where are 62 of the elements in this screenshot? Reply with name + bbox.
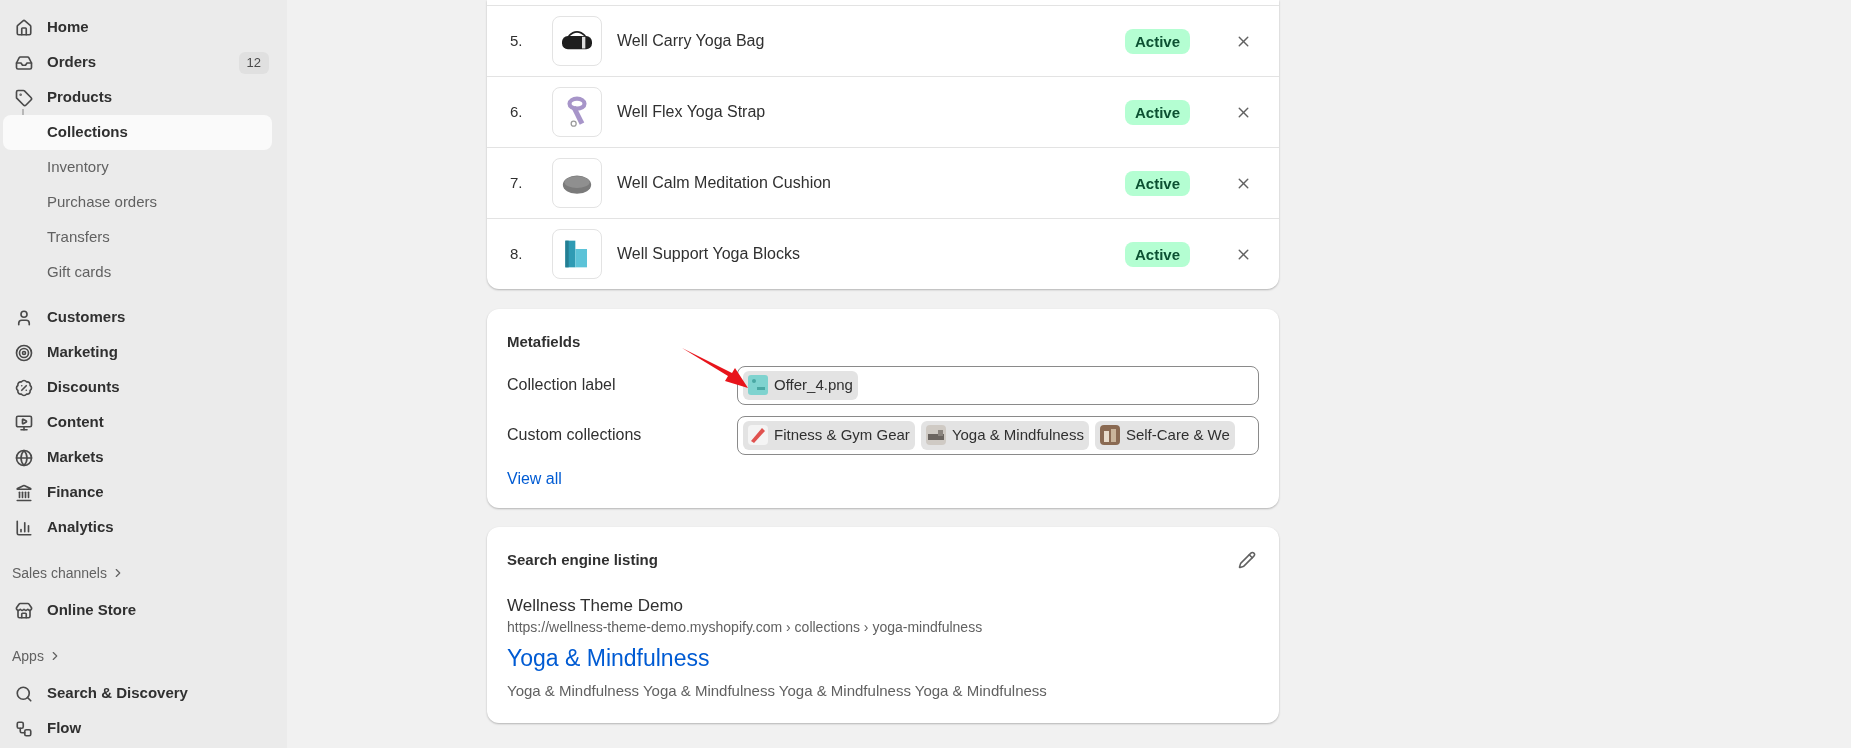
sidebar-item[interactable]: Content [47,405,227,440]
file-chip[interactable]: Offer_4.png [743,370,858,400]
sidebar-item[interactable]: Search & Discovery [47,676,227,711]
collection-chip[interactable]: Self-Care & We [1094,420,1235,450]
sidebar-item[interactable]: Marketing [47,335,227,370]
sidebar-item[interactable]: Flow [47,711,227,746]
row-number: 8. [510,243,524,264]
sidebar-item[interactable]: Customers [47,300,227,335]
sidebar-item[interactable]: Gift cards [3,255,272,290]
bar-chart-icon [14,518,33,537]
field-label: Custom collections [507,425,643,445]
sidebar-item[interactable]: Orders [47,45,227,80]
section-heading[interactable]: Apps [0,636,62,676]
reference-field[interactable]: Fitness & Gym Gear Yoga & Mindfulness Self-Care & We [737,415,1259,455]
product-name: Well Calm Meditation Cushion [617,173,832,193]
sidebar-item[interactable]: Transfers [3,220,272,255]
collection-chip[interactable]: Yoga & Mindfulness [920,420,1089,450]
page-description: Yoga & Mindfulness Yoga & Mindfulness Yoga & Mindfulness Yoga & Mindfulness [507,681,1048,701]
percent-badge-icon [14,378,33,397]
row-number: 5. [510,30,524,51]
sidebar-item[interactable]: Home [47,10,227,45]
status-badge: Active [1124,99,1190,125]
workflow-icon [14,719,33,738]
monitor-icon [14,413,33,432]
status-badge: Active [1124,170,1190,196]
sidebar-item[interactable]: Online Store [47,593,227,628]
sidebar-item[interactable]: Products [47,80,227,115]
edit-button[interactable] [1238,550,1256,569]
row-number: 6. [510,101,524,122]
card-title: Metafields [507,332,582,352]
view-all-link[interactable]: View all [507,466,562,491]
status-badge: Active [1124,28,1190,54]
site-name: Wellness Theme Demo [507,595,685,617]
card-title: Search engine listing [507,549,658,570]
status-badge: Active [1124,241,1190,267]
sidebar-item[interactable]: Markets [47,440,227,475]
sidebar-item[interactable]: Purchase orders [3,185,272,220]
sidebar-item[interactable]: Collections [3,115,272,150]
sidebar-item[interactable]: Analytics [47,510,227,545]
page-title-link[interactable]: Yoga & Mindfulness [507,642,1259,674]
sidebar-item[interactable]: Discounts [47,370,227,405]
count-badge: 12 [238,51,269,74]
file-field[interactable]: Offer_4.png [737,365,1259,405]
pencil-icon [1238,550,1256,569]
sidebar-item[interactable]: Inventory [3,150,272,185]
globe-icon [14,448,33,467]
section-heading[interactable]: Sales channels [0,553,125,593]
tag-icon [14,88,33,107]
bank-icon [14,483,33,502]
target-icon [14,343,33,362]
row-number: 7. [510,172,524,193]
page-url: https://wellness-theme-demo.myshopify.com › collections › yoga-mindfulness [507,618,984,637]
home-icon [14,18,33,37]
field-label: Collection label [507,375,617,395]
inbox-icon [14,53,33,72]
sidebar-item[interactable]: Finance [47,475,227,510]
product-name: Well Flex Yoga Strap [617,102,767,122]
product-name: Well Support Yoga Blocks [617,244,801,264]
store-icon [14,601,33,620]
collection-chip[interactable]: Fitness & Gym Gear [743,420,915,450]
search-icon [14,684,33,703]
product-name: Well Carry Yoga Bag [617,31,766,51]
